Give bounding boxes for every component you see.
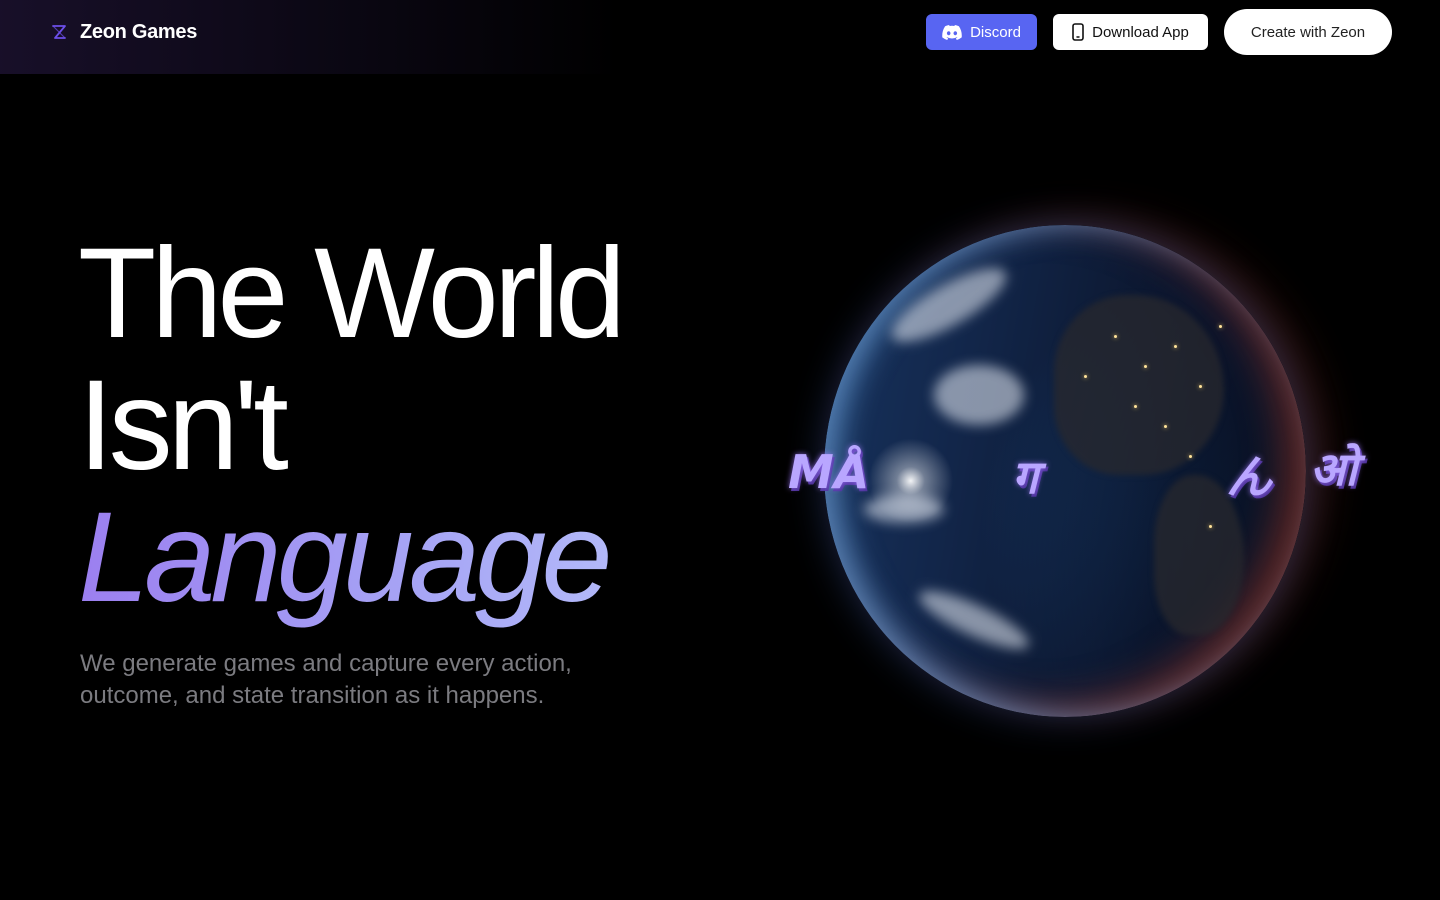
floating-glyph: MÅ xyxy=(788,445,870,499)
download-app-button[interactable]: Download App xyxy=(1053,14,1208,50)
hero-title-line-1: The World xyxy=(78,222,626,365)
floating-glyph: ん xyxy=(1226,450,1272,504)
hero-title-line-2: Isn't xyxy=(78,354,289,497)
city-light xyxy=(1174,345,1177,348)
discord-label: Discord xyxy=(970,23,1021,41)
city-light xyxy=(1084,375,1087,378)
create-with-zeon-button[interactable]: Create with Zeon xyxy=(1224,9,1392,55)
floating-glyph: ओ xyxy=(1310,442,1358,496)
brand-name: Zeon Games xyxy=(80,20,198,43)
page: Zeon Games Discord Download App Create w… xyxy=(0,0,1440,900)
city-light xyxy=(1114,335,1117,338)
city-light xyxy=(1209,525,1212,528)
download-app-label: Download App xyxy=(1092,23,1189,41)
cloud xyxy=(882,255,1016,355)
cloud xyxy=(864,495,944,523)
city-light xyxy=(1164,425,1167,428)
header-nav: Discord Download App Create with Zeon xyxy=(926,9,1392,55)
discord-button[interactable]: Discord xyxy=(926,14,1037,50)
discord-icon xyxy=(942,24,962,40)
phone-icon xyxy=(1072,23,1084,41)
brand-link[interactable]: Zeon Games xyxy=(50,18,197,46)
city-light xyxy=(1189,455,1192,458)
hero-title-line-3: Language xyxy=(78,492,718,644)
hero-subtitle: We generate games and capture every acti… xyxy=(80,650,572,709)
hero-title: The World Isn't Language xyxy=(78,228,718,644)
city-light xyxy=(1134,405,1137,408)
city-light xyxy=(1219,325,1222,328)
city-light xyxy=(1199,385,1202,388)
floating-glyph: ग xyxy=(1012,450,1038,504)
cloud xyxy=(913,581,1035,659)
globe-illustration: MÅ ग ん ओ xyxy=(780,205,1400,745)
create-with-zeon-label: Create with Zeon xyxy=(1250,23,1366,41)
cloud xyxy=(934,365,1024,425)
zeon-logo-icon xyxy=(52,25,66,39)
city-light xyxy=(1144,365,1147,368)
